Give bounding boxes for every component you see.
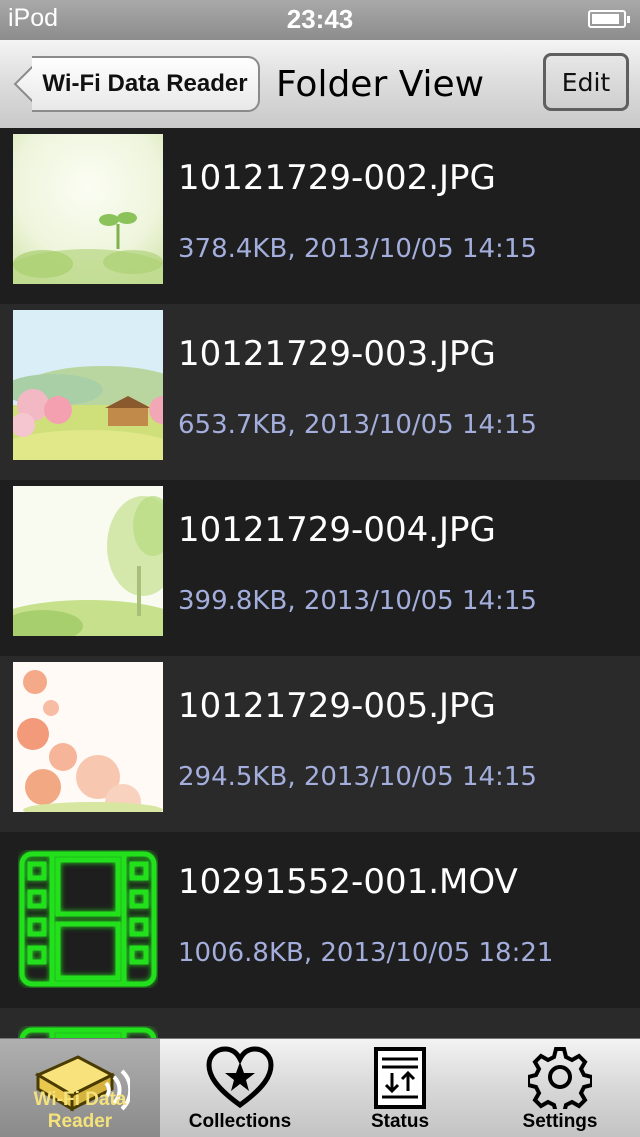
movie-film-icon [19,1027,157,1038]
tab-status[interactable]: Status [320,1039,480,1137]
status-time: 23:43 [286,4,354,34]
heart-star-icon [206,1046,274,1109]
file-list[interactable]: 10121729-002.JPG 378.4KB, 2013/10/05 14:… [0,128,640,1038]
tab-label: Settings [522,1111,598,1132]
image-thumbnail [13,134,163,284]
status-bar: iPod 23:43 [0,0,640,40]
tab-label: Status [370,1111,430,1132]
navigation-bar: Wi-Fi Data Reader Folder View Edit [0,40,640,129]
tab-label: Wi-Fi Data Reader [33,1089,127,1132]
list-item[interactable]: 10291552-001.MOV 1006.8KB, 2013/10/05 18… [0,832,640,1008]
file-meta: 399.8KB, 2013/10/05 14:15 [178,586,537,616]
file-meta: 378.4KB, 2013/10/05 14:15 [178,234,537,264]
image-thumbnail [13,486,163,636]
edit-button[interactable]: Edit [543,53,629,111]
tab-label: Collections [188,1111,292,1132]
tab-settings[interactable]: Settings [480,1039,640,1137]
back-button-label: Wi-Fi Data Reader [32,56,260,112]
list-item[interactable]: 10121729-002.JPG 378.4KB, 2013/10/05 14:… [0,128,640,304]
gear-icon [528,1047,592,1109]
file-meta: 653.7KB, 2013/10/05 14:15 [178,410,537,440]
back-button[interactable]: Wi-Fi Data Reader [10,54,260,114]
file-name: 10291552-001.MOV [178,862,518,902]
page-title: Folder View [276,64,485,105]
file-name: 10121729-005.JPG [178,686,496,726]
list-item[interactable]: 10121729-004.JPG 399.8KB, 2013/10/05 14:… [0,480,640,656]
tab-bar: Wi-Fi Data Reader Collections Status Set… [0,1038,640,1137]
file-meta: 294.5KB, 2013/10/05 14:15 [178,762,537,792]
file-meta: 1006.8KB, 2013/10/05 18:21 [178,938,554,968]
list-item[interactable]: 10121729-003.JPG 653.7KB, 2013/10/05 14:… [0,304,640,480]
movie-film-icon [19,851,157,987]
file-name: 10121729-003.JPG [178,334,496,374]
tab-wifi-data-reader[interactable]: Wi-Fi Data Reader [0,1039,160,1137]
image-thumbnail [13,662,163,812]
list-item-partial[interactable] [0,1008,640,1038]
battery-icon [588,10,630,28]
image-thumbnail [13,310,163,460]
list-item[interactable]: 10121729-005.JPG 294.5KB, 2013/10/05 14:… [0,656,640,832]
status-document-icon [374,1047,426,1109]
tab-collections[interactable]: Collections [160,1039,320,1137]
file-name: 10121729-004.JPG [178,510,496,550]
file-name: 10121729-002.JPG [178,158,496,198]
